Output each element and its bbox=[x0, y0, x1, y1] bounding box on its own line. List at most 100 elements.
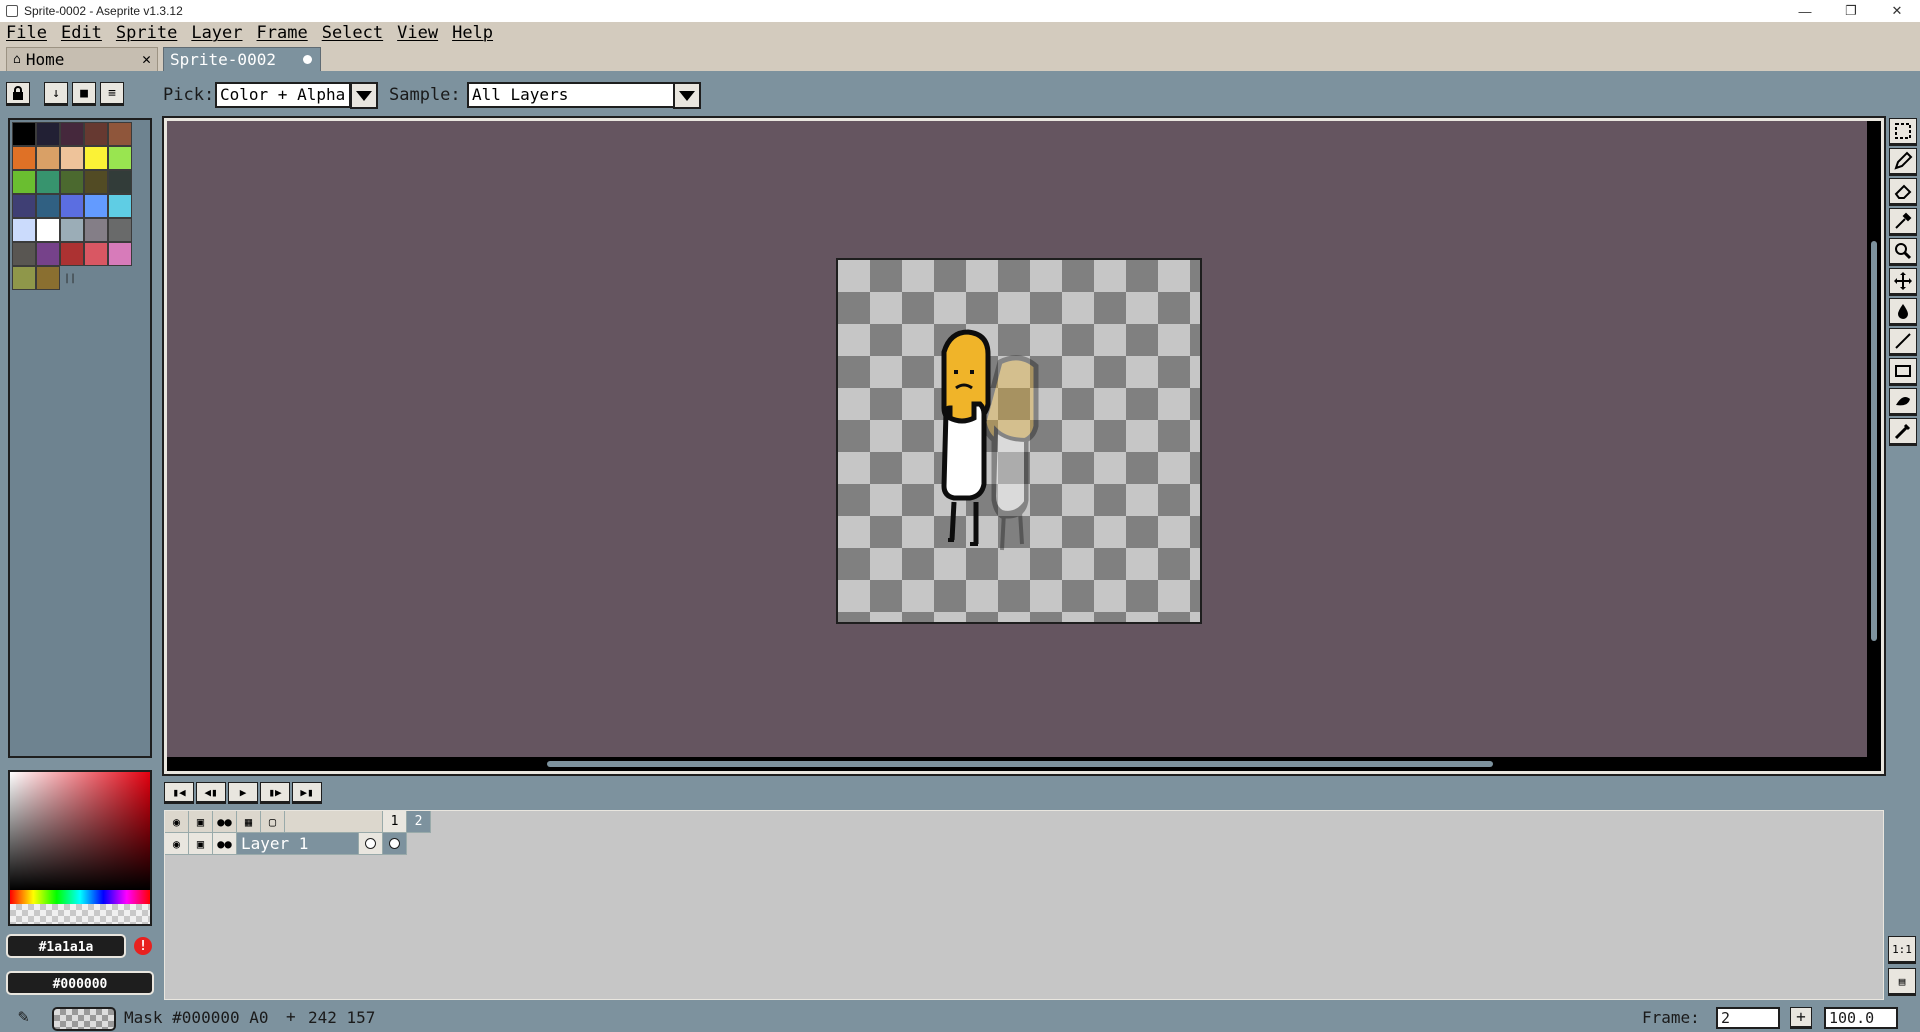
sprite-editor[interactable] bbox=[162, 116, 1886, 776]
frame-header-1[interactable]: 1 bbox=[383, 811, 407, 833]
palette-swatch[interactable] bbox=[84, 242, 108, 266]
layer-group-icon[interactable]: ▦ bbox=[237, 811, 261, 833]
menu-frame[interactable]: Frame bbox=[250, 22, 315, 45]
palette-swatch[interactable] bbox=[108, 218, 132, 242]
palette-swatch[interactable] bbox=[108, 194, 132, 218]
palette-swatch[interactable] bbox=[36, 122, 60, 146]
last-frame-icon[interactable]: ▶▮ bbox=[292, 782, 322, 804]
palette-swatch[interactable] bbox=[84, 218, 108, 242]
eyedropper-icon[interactable] bbox=[1889, 208, 1917, 236]
lock-icon[interactable] bbox=[6, 82, 30, 106]
palette-swatch[interactable] bbox=[60, 170, 84, 194]
vertical-scroll-thumb[interactable] bbox=[1871, 241, 1877, 641]
vertical-scrollbar[interactable] bbox=[1867, 121, 1881, 771]
color-picker[interactable] bbox=[8, 770, 152, 926]
next-frame-icon[interactable]: ▮▶ bbox=[260, 782, 290, 804]
paint-bucket-icon[interactable] bbox=[1889, 298, 1917, 326]
palette-swatch[interactable] bbox=[108, 242, 132, 266]
play-icon[interactable]: ▶ bbox=[228, 782, 258, 804]
frame-number-field[interactable]: 2 bbox=[1716, 1007, 1780, 1029]
palette-resize-handle[interactable]: || bbox=[64, 273, 76, 284]
move-icon[interactable] bbox=[1889, 268, 1917, 296]
blur-icon[interactable] bbox=[1889, 418, 1917, 446]
menu-sprite[interactable]: Sprite bbox=[109, 22, 184, 45]
palette-swatch[interactable] bbox=[12, 146, 36, 170]
curve-brush-icon[interactable] bbox=[1889, 388, 1917, 416]
zoom-field[interactable]: 100.0 bbox=[1824, 1007, 1898, 1029]
palette-swatch[interactable] bbox=[12, 218, 36, 242]
unsaved-dot-icon[interactable] bbox=[303, 55, 312, 64]
tab-home[interactable]: ⌂ Home ✕ bbox=[6, 47, 158, 71]
continuous-header-icon[interactable]: ●● bbox=[213, 811, 237, 833]
sample-dropdown-icon[interactable] bbox=[673, 82, 701, 109]
palette-swatch[interactable] bbox=[12, 194, 36, 218]
palette-swatch[interactable] bbox=[36, 242, 60, 266]
hue-slider[interactable] bbox=[10, 890, 150, 904]
pick-dropdown-icon[interactable] bbox=[350, 82, 378, 109]
background-color-field[interactable]: #000000 bbox=[6, 971, 154, 995]
layer-lock-icon[interactable]: ▣ bbox=[189, 833, 213, 855]
palette-swatch[interactable] bbox=[108, 146, 132, 170]
tab-sprite[interactable]: Sprite-0002 bbox=[163, 47, 321, 71]
palette-swatch[interactable] bbox=[84, 122, 108, 146]
palette-swatch[interactable] bbox=[84, 170, 108, 194]
sort-down-icon[interactable]: ↓ bbox=[44, 82, 68, 106]
palette-swatch[interactable] bbox=[60, 122, 84, 146]
visibility-header-icon[interactable]: ◉ bbox=[165, 811, 189, 833]
palette-swatch[interactable] bbox=[12, 170, 36, 194]
minimize-button[interactable]: — bbox=[1782, 0, 1828, 22]
line-icon[interactable] bbox=[1889, 328, 1917, 356]
foreground-color-field[interactable]: #1a1a1a bbox=[6, 934, 126, 958]
rectangular-marquee-icon[interactable] bbox=[1889, 118, 1917, 146]
palette-swatch[interactable] bbox=[108, 122, 132, 146]
palette-swatch[interactable] bbox=[36, 194, 60, 218]
palette-swatch[interactable] bbox=[84, 194, 108, 218]
palette-swatch[interactable] bbox=[12, 266, 36, 290]
palette-swatch[interactable] bbox=[36, 146, 60, 170]
palette-swatch[interactable] bbox=[60, 242, 84, 266]
lock-header-icon[interactable]: ▣ bbox=[189, 811, 213, 833]
sprite-canvas[interactable] bbox=[836, 258, 1202, 624]
palette-swatch[interactable] bbox=[12, 122, 36, 146]
zoom-one-to-one-icon[interactable]: 1:1 bbox=[1888, 936, 1916, 964]
pencil-icon[interactable] bbox=[1889, 148, 1917, 176]
cel-frame-2[interactable] bbox=[383, 833, 407, 855]
palette-swatch[interactable] bbox=[60, 194, 84, 218]
palette-swatch[interactable] bbox=[84, 146, 108, 170]
alpha-slider[interactable] bbox=[10, 904, 150, 924]
layer-visibility-icon[interactable]: ◉ bbox=[165, 833, 189, 855]
horizontal-scrollbar[interactable] bbox=[167, 757, 1881, 771]
saturation-value-box[interactable] bbox=[10, 772, 150, 890]
palette-swatch[interactable] bbox=[36, 218, 60, 242]
palette-swatch[interactable] bbox=[60, 218, 84, 242]
menu-lines-icon[interactable]: ≡ bbox=[100, 82, 124, 106]
palette-swatch[interactable] bbox=[108, 170, 132, 194]
cel-frame-1[interactable] bbox=[359, 833, 383, 855]
previous-frame-icon[interactable]: ◀▮ bbox=[196, 782, 226, 804]
pick-select[interactable]: Color + Alpha bbox=[215, 82, 351, 108]
warning-icon[interactable]: ! bbox=[134, 937, 152, 955]
palette-swatch[interactable] bbox=[12, 242, 36, 266]
zoom-icon[interactable] bbox=[1889, 238, 1917, 266]
timeline-settings-icon[interactable]: ▤ bbox=[1888, 968, 1916, 996]
onion-skin-icon[interactable]: ▢ bbox=[261, 811, 285, 833]
menu-help[interactable]: Help bbox=[445, 22, 500, 45]
menu-select[interactable]: Select bbox=[315, 22, 390, 45]
layer-continuous-icon[interactable]: ●● bbox=[213, 833, 237, 855]
frame-header-2[interactable]: 2 bbox=[407, 811, 431, 833]
palette-swatch[interactable] bbox=[36, 170, 60, 194]
palette-swatch[interactable] bbox=[60, 146, 84, 170]
menu-edit[interactable]: Edit bbox=[54, 22, 109, 45]
horizontal-scroll-thumb[interactable] bbox=[547, 761, 1493, 767]
first-frame-icon[interactable]: ▮◀ bbox=[164, 782, 194, 804]
sample-select[interactable]: All Layers bbox=[467, 82, 675, 108]
add-frame-button[interactable]: + bbox=[1790, 1007, 1812, 1029]
eraser-icon[interactable] bbox=[1889, 178, 1917, 206]
close-window-button[interactable]: ✕ bbox=[1874, 0, 1920, 22]
layer-row[interactable]: ◉ ▣ ●● Layer 1 bbox=[165, 833, 407, 855]
menu-file[interactable]: File bbox=[0, 22, 54, 45]
palette-swatch[interactable] bbox=[36, 266, 60, 290]
stop-icon[interactable]: ■ bbox=[72, 82, 96, 106]
layer-name[interactable]: Layer 1 bbox=[237, 833, 359, 855]
menu-view[interactable]: View bbox=[390, 22, 445, 45]
